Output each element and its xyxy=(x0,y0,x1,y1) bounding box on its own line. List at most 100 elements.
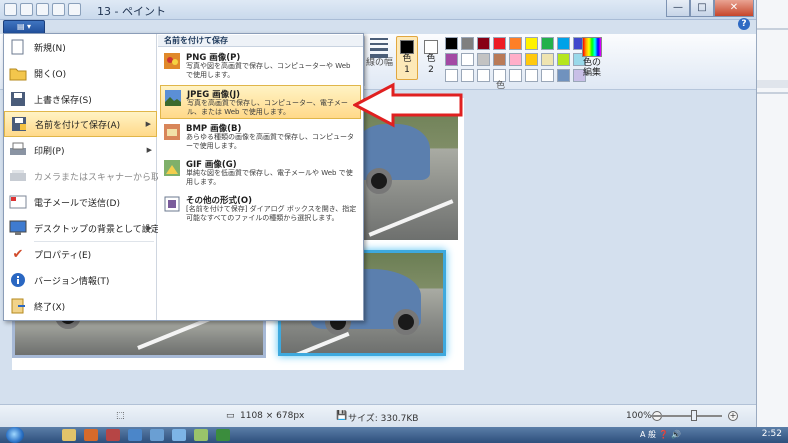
palette-empty-slot[interactable] xyxy=(541,69,554,82)
app-taskbar-icon[interactable] xyxy=(106,429,120,441)
selection-icon: ⬚ xyxy=(116,411,125,421)
palette-empty-slot[interactable] xyxy=(461,69,474,82)
undo-icon[interactable] xyxy=(36,3,49,16)
open-folder-icon xyxy=(8,64,28,82)
edit-colors-button[interactable]: 色の 編集 xyxy=(580,36,604,78)
zoom-slider-track[interactable] xyxy=(650,415,722,417)
menu-item-save[interactable]: 上書き保存(S) xyxy=(4,86,157,112)
menu-item-exit[interactable]: 終了(X) xyxy=(4,293,157,319)
palette-swatch-9[interactable] xyxy=(445,53,458,66)
excel-taskbar-icon[interactable] xyxy=(216,429,230,441)
minimize-button[interactable]: — xyxy=(666,0,690,17)
maximize-button[interactable]: □ xyxy=(690,0,714,17)
scanner-icon xyxy=(8,167,28,185)
palette-empty-slot[interactable] xyxy=(445,69,458,82)
help-icon[interactable]: ? xyxy=(738,18,750,30)
media-player-taskbar-icon[interactable] xyxy=(84,429,98,441)
menu-item-save-as[interactable]: 名前を付けて保存(A) ▶ xyxy=(4,111,157,137)
ribbon-separator xyxy=(364,36,365,86)
menu-item-email[interactable]: 電子メールで送信(D) xyxy=(4,189,157,215)
status-bar: ⬚ ▭ 1108 × 678px 💾 サイズ: 330.7KB 100% − + xyxy=(0,404,756,427)
palette-swatch-14[interactable] xyxy=(525,53,538,66)
quick-save-icon[interactable] xyxy=(20,3,33,16)
line-width-label: 線の幅 xyxy=(366,58,394,68)
png-image-icon xyxy=(164,53,180,69)
menu-item-desktop-background[interactable]: デスクトップの背景として設定(B) ▶ xyxy=(4,215,173,241)
tool-taskbar-icon[interactable] xyxy=(194,429,208,441)
rainbow-icon xyxy=(582,37,602,57)
palette-swatch-0[interactable] xyxy=(445,37,458,50)
taskbar: A 般 ❓ 🔊 2:52 xyxy=(0,427,788,443)
close-button[interactable]: ✕ xyxy=(714,0,754,17)
new-file-icon xyxy=(8,38,28,56)
explorer-taskbar-icon[interactable] xyxy=(62,429,76,441)
palette-swatch-18[interactable] xyxy=(557,69,570,82)
save-as-icon xyxy=(9,115,29,133)
file-size: サイズ: 330.7KB xyxy=(348,414,419,424)
browser-taskbar-icon[interactable] xyxy=(128,429,142,441)
palette-swatch-15[interactable] xyxy=(541,53,554,66)
palette-label: 色 xyxy=(496,81,506,91)
color2-label: 色 2 xyxy=(426,54,436,75)
palette-swatch-10[interactable] xyxy=(461,53,474,66)
palette-swatch-16[interactable] xyxy=(557,53,570,66)
menu-item-about[interactable]: バージョン情報(T) xyxy=(4,267,157,293)
properties-check-icon: ✔ xyxy=(12,246,24,262)
jpeg-image-icon xyxy=(165,90,181,106)
submenu-item-gif[interactable]: GIF 画像(G) 単純な図を低画質で保存し、電子メールや Web で使用します… xyxy=(160,156,361,192)
file-menu-commands: 新規(N) 開く(O) 上書き保存(S) 名前を付けて保存(A) ▶ 印刷(P)… xyxy=(4,34,202,320)
submenu-item-png[interactable]: PNG 画像(P) 写真や図を高画質で保存し、コンピューターや Web で使用し… xyxy=(160,49,361,85)
palette-empty-slot[interactable] xyxy=(525,69,538,82)
color1-label: 色 1 xyxy=(402,54,412,75)
palette-swatch-3[interactable] xyxy=(493,37,506,50)
print-icon xyxy=(8,141,28,159)
palette-swatch-5[interactable] xyxy=(525,37,538,50)
palette-swatch-7[interactable] xyxy=(557,37,570,50)
palette-swatch-4[interactable] xyxy=(509,37,522,50)
menu-item-scanner[interactable]: カメラまたはスキャナーから取り込み(M) xyxy=(4,163,202,189)
palette-empty-slot[interactable] xyxy=(509,69,522,82)
palette-empty-slot[interactable] xyxy=(477,69,490,82)
file-menu: 新規(N) 開く(O) 上書き保存(S) 名前を付けて保存(A) ▶ 印刷(P)… xyxy=(3,33,364,321)
palette-swatch-11[interactable] xyxy=(477,53,490,66)
window-title: 13 - ペイント xyxy=(97,5,166,18)
background-window xyxy=(756,0,788,427)
window-controls: — □ ✕ xyxy=(666,0,754,18)
zoom-in-button[interactable]: + xyxy=(728,411,738,421)
palette-swatch-13[interactable] xyxy=(509,53,522,66)
red-arrow-annotation-icon xyxy=(353,82,463,128)
paint-taskbar-icon[interactable] xyxy=(172,429,186,441)
palette-swatch-1[interactable] xyxy=(461,37,474,50)
submenu-item-other-formats[interactable]: その他の形式(O) [名前を付けて保存] ダイアログ ボックスを開き、指定可能な… xyxy=(160,192,361,228)
clock[interactable]: 2:52 xyxy=(762,429,782,439)
submenu-item-jpeg[interactable]: JPEG 画像(J) 写真を高画質で保存し、コンピューター、電子メール、または … xyxy=(160,85,361,119)
palette-swatch-2[interactable] xyxy=(477,37,490,50)
submenu-item-bmp[interactable]: BMP 画像(B) あらゆる種類の画像を高画質で保存し、コンピューターで使用しま… xyxy=(160,120,361,156)
start-button[interactable] xyxy=(6,427,24,443)
color-palette xyxy=(445,37,586,82)
zoom-level: 100% xyxy=(626,411,652,421)
color1-swatch xyxy=(400,40,414,54)
title-bar: 13 - ペイント — □ ✕ xyxy=(0,0,756,20)
color1-button[interactable]: 色 1 xyxy=(396,36,418,80)
submenu-arrow-icon: ▶ xyxy=(146,146,152,154)
menu-item-new[interactable]: 新規(N) xyxy=(4,34,157,60)
palette-swatch-6[interactable] xyxy=(541,37,554,50)
exit-icon xyxy=(8,297,28,315)
palette-swatch-12[interactable] xyxy=(493,53,506,66)
window-taskbar-icon[interactable] xyxy=(150,429,164,441)
save-icon xyxy=(8,90,28,108)
paint-app-icon[interactable] xyxy=(4,3,17,16)
desktop-background-icon xyxy=(8,219,28,237)
menu-item-print[interactable]: 印刷(P) ▶ xyxy=(4,137,157,163)
submenu-arrow-icon: ▶ xyxy=(145,120,151,128)
color2-button[interactable]: 色 2 xyxy=(420,36,442,80)
edit-colors-label: 色の 編集 xyxy=(582,58,601,78)
quick-access-dropdown-icon[interactable] xyxy=(68,3,81,16)
menu-item-open[interactable]: 開く(O) xyxy=(4,60,157,86)
zoom-slider-thumb[interactable] xyxy=(691,410,697,421)
system-tray[interactable]: A 般 ❓ 🔊 xyxy=(640,429,750,441)
redo-icon[interactable] xyxy=(52,3,65,16)
menu-item-properties[interactable]: ✔ プロパティ(E) xyxy=(4,241,157,267)
file-size-icon: 💾 xyxy=(336,411,348,421)
